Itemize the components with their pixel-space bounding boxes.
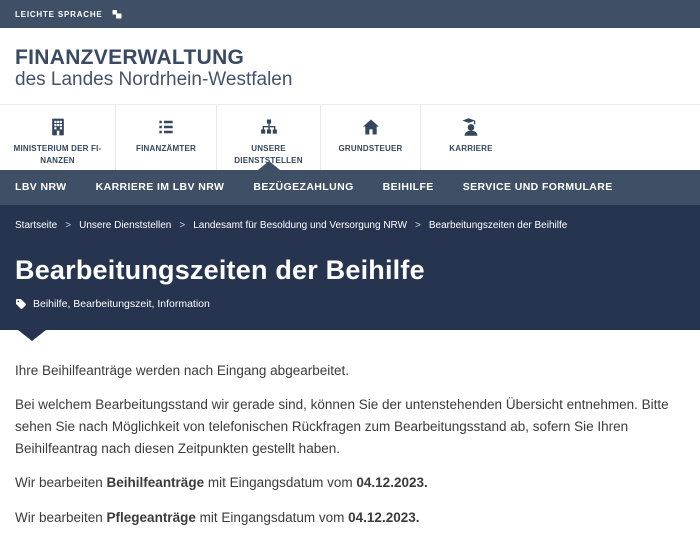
site-header: FINANZVERWALTUNG des Landes Nordrhein-We…	[0, 28, 700, 104]
nav-item-ministerium-der-finanzen[interactable]: MINISTERIUM DER FI-NANZEN	[0, 105, 116, 170]
top-bar: LEICHTE SPRACHE	[0, 0, 700, 28]
tag-icon	[15, 298, 27, 310]
graduation-cap-icon	[460, 116, 482, 138]
processing-line-beihilfe: Wir bearbeiten Beihilfeanträge mit Einga…	[15, 472, 680, 494]
tag-list: Beihilfe, Bearbeitungszeit, Information	[15, 298, 685, 310]
list-icon	[156, 116, 176, 138]
breadcrumb-item-landesamt[interactable]: Landesamt für Besoldung und Versorgung N…	[193, 220, 407, 231]
nav-item-label: FINANZÄMTER	[136, 143, 196, 155]
sitemap-icon	[259, 116, 279, 138]
home-icon	[361, 116, 381, 138]
date-beihilfe: 04.12.2023.	[356, 475, 427, 490]
nav-item-finanzaemter[interactable]: FINANZÄMTER	[116, 105, 217, 170]
breadcrumb-separator: >	[415, 220, 421, 231]
subject-beihilfeantraege: Beihilfeanträge	[107, 475, 205, 490]
brand-subtitle: des Landes Nordrhein-Westfalen	[15, 69, 685, 91]
menu-item-lbv-nrw[interactable]: LBV NRW	[15, 181, 67, 193]
page-title: Bearbeitungszeiten der Beihilfe	[15, 255, 685, 286]
menu-item-bezuegezahlung[interactable]: BEZÜGEZAHLUNG	[253, 181, 353, 193]
building-icon	[48, 116, 68, 138]
breadcrumb-separator: >	[65, 220, 71, 231]
processing-line-pflege: Wir bearbeiten Pflegeanträge mit Eingang…	[15, 507, 680, 529]
hero-banner: Startseite > Unsere Dienststellen > Land…	[0, 205, 700, 330]
breadcrumb-separator: >	[179, 220, 185, 231]
active-tab-arrow	[258, 161, 280, 170]
paragraph-info: Bei welchem Bearbeitungsstand wir gerade…	[15, 394, 680, 459]
hero-notch-arrow	[18, 330, 46, 341]
nav-item-unsere-dienststellen[interactable]: UNSERE DIENSTSTELLEN	[217, 105, 321, 170]
date-pflege: 04.12.2023.	[348, 510, 419, 525]
breadcrumb-item-current: Bearbeitungszeiten der Beihilfe	[429, 220, 567, 231]
breadcrumb: Startseite > Unsere Dienststellen > Land…	[15, 220, 685, 231]
nav-item-karriere[interactable]: KARRIERE	[421, 105, 521, 170]
brand-logo[interactable]: FINANZVERWALTUNG des Landes Nordrhein-We…	[15, 47, 685, 91]
section-menu-bar: LBV NRW KARRIERE IM LBV NRW BEZÜGEZAHLUN…	[0, 170, 700, 205]
main-content: Ihre Beihilfeanträge werden nach Eingang…	[0, 341, 700, 529]
nav-item-label: MINISTERIUM DER FI-NANZEN	[9, 143, 107, 168]
leichte-sprache-link[interactable]: LEICHTE SPRACHE	[15, 10, 103, 19]
paragraph-intro: Ihre Beihilfeanträge werden nach Eingang…	[15, 360, 680, 382]
breadcrumb-item-unsere-dienststellen[interactable]: Unsere Dienststellen	[79, 220, 171, 231]
subject-pflegeantraege: Pflegeanträge	[107, 510, 196, 525]
tag-text: Beihilfe, Bearbeitungszeit, Information	[33, 298, 210, 310]
leichte-sprache-icon	[111, 8, 123, 20]
nav-item-label: KARRIERE	[449, 143, 492, 155]
menu-item-service-und-formulare[interactable]: SERVICE UND FORMULARE	[463, 181, 613, 193]
breadcrumb-item-startseite[interactable]: Startseite	[15, 220, 57, 231]
nav-item-label: GRUNDSTEUER	[339, 143, 403, 155]
menu-item-karriere-im-lbv-nrw[interactable]: KARRIERE IM LBV NRW	[96, 181, 225, 193]
brand-title: FINANZVERWALTUNG	[15, 47, 685, 69]
nav-item-grundsteuer[interactable]: GRUNDSTEUER	[321, 105, 421, 170]
primary-icon-nav: MINISTERIUM DER FI-NANZEN FINANZÄMTER UN	[0, 104, 700, 170]
menu-item-beihilfe[interactable]: BEIHILFE	[383, 181, 434, 193]
